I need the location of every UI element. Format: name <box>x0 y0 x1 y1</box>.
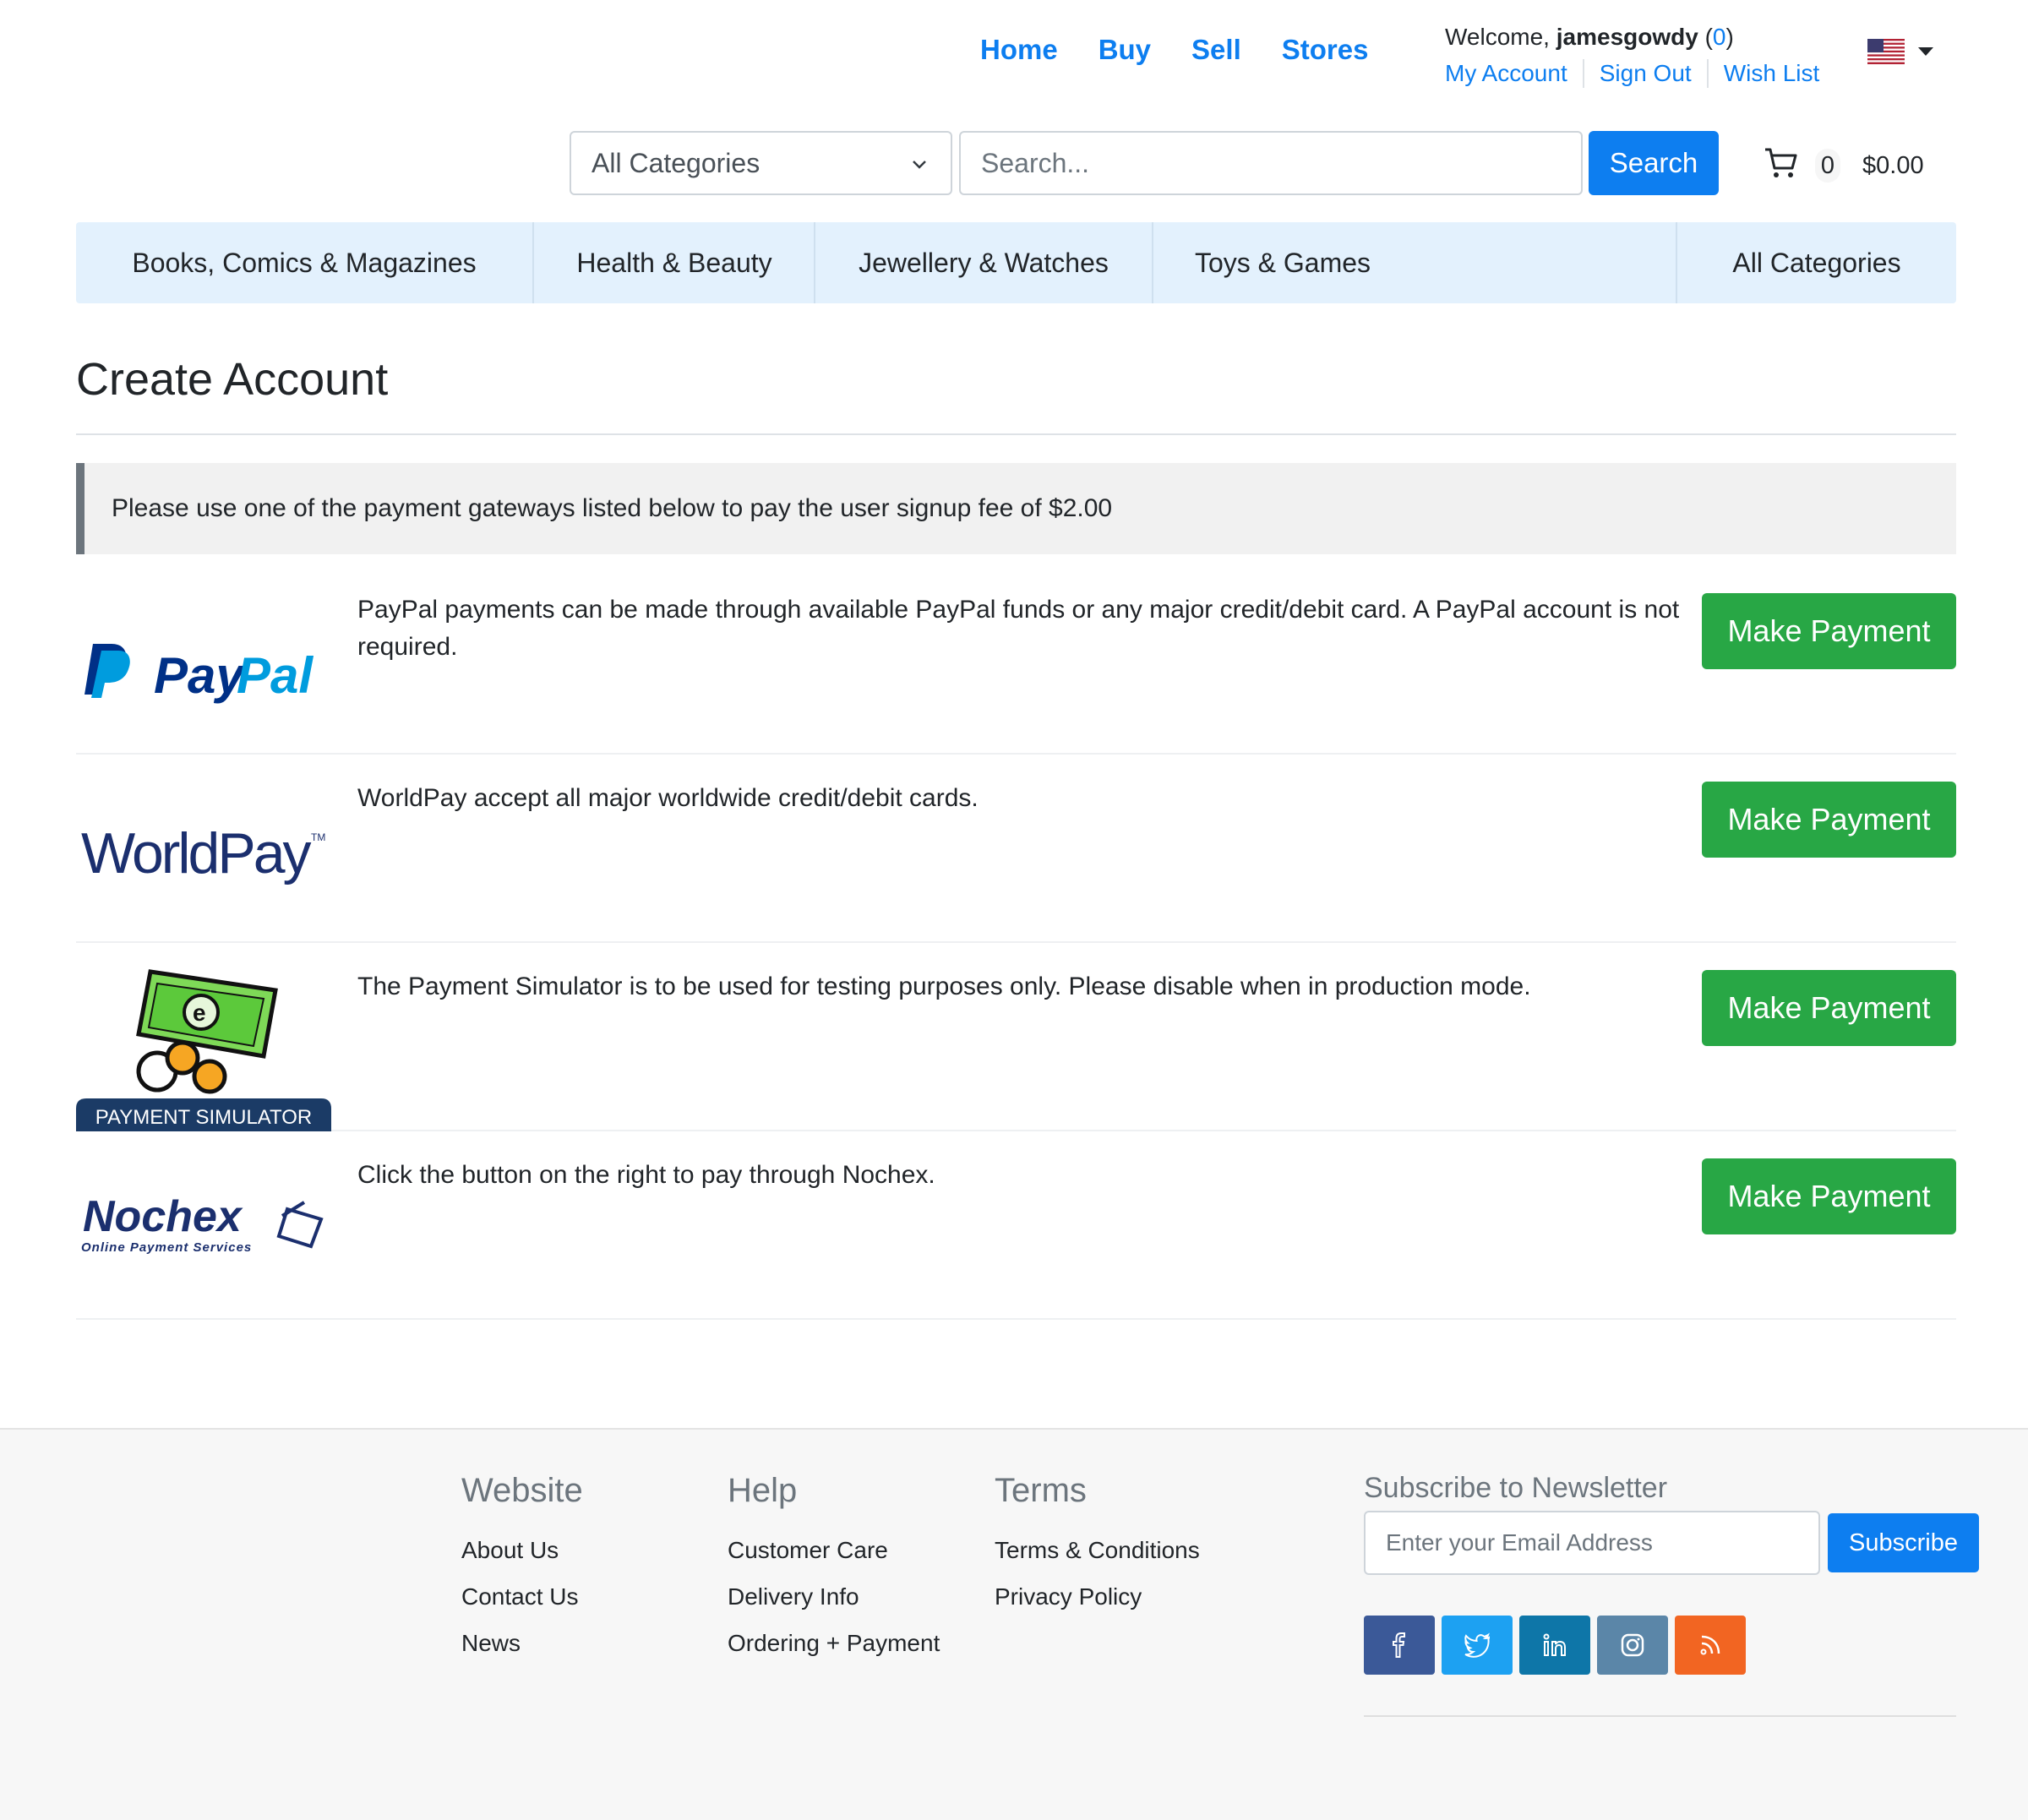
cart-total[interactable]: $0.00 <box>1862 152 1924 180</box>
search-input[interactable] <box>959 131 1583 195</box>
worldpay-logo: WorldPay TM <box>81 821 325 885</box>
footer-divider <box>1364 1715 1956 1717</box>
instagram-button[interactable] <box>1597 1616 1668 1675</box>
facebook-icon <box>1393 1632 1405 1658</box>
category-health-beauty[interactable]: Health & Beauty <box>534 222 815 303</box>
nochex-logo-subtext: Online Payment Services <box>81 1240 252 1255</box>
gateway-description: The Payment Simulator is to be used for … <box>357 973 1531 1000</box>
footer-link-delivery[interactable]: Delivery Info <box>728 1573 940 1620</box>
rss-icon <box>1700 1635 1720 1655</box>
gateway-description: WorldPay accept all major worldwide cred… <box>357 784 979 812</box>
footer-link-terms[interactable]: Terms & Conditions <box>995 1527 1200 1573</box>
newsletter-title: Subscribe to Newsletter <box>1364 1472 1668 1504</box>
footer-link-customer-care[interactable]: Customer Care <box>728 1527 940 1573</box>
main-nav: Home Buy Sell Stores <box>980 34 1368 66</box>
worldpay-logo-text: WorldPay <box>81 821 312 885</box>
paypal-logo: Pay Pal <box>84 644 313 704</box>
facebook-button[interactable] <box>1364 1616 1435 1675</box>
category-bar: Books, Comics & Magazines Health & Beaut… <box>76 222 1956 303</box>
cart-icon[interactable] <box>1764 147 1798 179</box>
social-links <box>1364 1616 1746 1675</box>
cart-count[interactable]: 0 <box>1815 149 1840 183</box>
make-payment-button-paypal[interactable]: Make Payment <box>1702 593 1956 669</box>
svg-text:TM: TM <box>311 831 325 843</box>
account-links: My Account Sign Out Wish List <box>1445 59 1834 88</box>
twitter-icon <box>1464 1632 1491 1658</box>
chevron-down-icon <box>913 161 926 169</box>
us-flag-icon[interactable] <box>1867 39 1905 64</box>
instagram-icon <box>1621 1633 1644 1657</box>
username: jamesgowdy <box>1556 24 1698 50</box>
nav-stores[interactable]: Stores <box>1282 34 1369 66</box>
welcome-text: Welcome, jamesgowdy (0) <box>1445 24 1734 50</box>
category-select-value: All Categories <box>592 147 760 178</box>
welcome-prefix: Welcome, <box>1445 24 1550 50</box>
subscribe-button[interactable]: Subscribe <box>1828 1513 1979 1572</box>
gateway-description: PayPal payments can be made through avai… <box>357 596 1680 661</box>
signup-fee-notice: Please use one of the payment gateways l… <box>76 463 1956 554</box>
svg-text:e: e <box>193 1000 206 1026</box>
twitter-button[interactable] <box>1442 1616 1513 1675</box>
footer-help: Help Customer Care Delivery Info Orderin… <box>728 1472 940 1666</box>
make-payment-button-simulator[interactable]: Make Payment <box>1702 970 1956 1046</box>
payment-simulator-logo: e PAYMENT SIMULATOR <box>76 969 331 1131</box>
nav-sell[interactable]: Sell <box>1191 34 1241 66</box>
nochex-logo-text: Nochex <box>83 1192 243 1241</box>
sign-out-link[interactable]: Sign Out <box>1582 59 1707 88</box>
watch-count[interactable]: 0 <box>1713 24 1726 50</box>
make-payment-button-nochex[interactable]: Make Payment <box>1702 1158 1956 1234</box>
footer-link-ordering[interactable]: Ordering + Payment <box>728 1620 940 1666</box>
gateway-description: Click the button on the right to pay thr… <box>357 1161 935 1189</box>
paypal-logo-text-pay: Pay <box>154 647 246 704</box>
footer: Website About Us Contact Us News Help Cu… <box>0 1428 2028 1820</box>
wish-list-link[interactable]: Wish List <box>1706 59 1835 88</box>
gateway-paypal: Pay Pal PayPal payments can be made thro… <box>76 566 1956 755</box>
make-payment-button-worldpay[interactable]: Make Payment <box>1702 782 1956 858</box>
footer-website-title: Website <box>461 1472 583 1509</box>
category-select[interactable]: All Categories <box>570 131 952 195</box>
category-toys-games[interactable]: Toys & Games <box>1153 222 1412 303</box>
footer-terms: Terms Terms & Conditions Privacy Policy <box>995 1472 1200 1620</box>
footer-link-contact[interactable]: Contact Us <box>461 1573 583 1620</box>
divider <box>76 433 1956 435</box>
linkedin-icon <box>1543 1633 1566 1656</box>
footer-help-title: Help <box>728 1472 798 1509</box>
footer-link-privacy[interactable]: Privacy Policy <box>995 1573 1200 1620</box>
my-account-link[interactable]: My Account <box>1445 59 1583 88</box>
paypal-logo-text-pal: Pal <box>237 647 313 704</box>
footer-terms-title: Terms <box>995 1472 1087 1509</box>
footer-link-news[interactable]: News <box>461 1620 583 1666</box>
linkedin-button[interactable] <box>1519 1616 1590 1675</box>
search-button[interactable]: Search <box>1589 131 1719 195</box>
gateway-nochex: Nochex Online Payment Services Click the… <box>76 1131 1956 1320</box>
footer-link-about[interactable]: About Us <box>461 1527 583 1573</box>
page-title: Create Account <box>76 354 389 405</box>
footer-website: Website About Us Contact Us News <box>461 1472 583 1666</box>
nav-home[interactable]: Home <box>980 34 1058 66</box>
category-jewellery[interactable]: Jewellery & Watches <box>815 222 1152 303</box>
category-books[interactable]: Books, Comics & Magazines <box>76 222 532 303</box>
payment-simulator-logo-text: PAYMENT SIMULATOR <box>95 1106 313 1129</box>
rss-button[interactable] <box>1675 1616 1746 1675</box>
newsletter-email-input[interactable] <box>1364 1511 1820 1575</box>
gateway-worldpay: WorldPay TM WorldPay accept all major wo… <box>76 755 1956 943</box>
gateway-simulator: e PAYMENT SIMULATOR The Payment Simulato… <box>76 943 1956 1131</box>
chevron-down-icon[interactable] <box>1918 47 1933 56</box>
nochex-logo: Nochex Online Payment Services <box>81 1192 324 1255</box>
category-all[interactable]: All Categories <box>1677 222 1956 303</box>
nav-buy[interactable]: Buy <box>1098 34 1151 66</box>
